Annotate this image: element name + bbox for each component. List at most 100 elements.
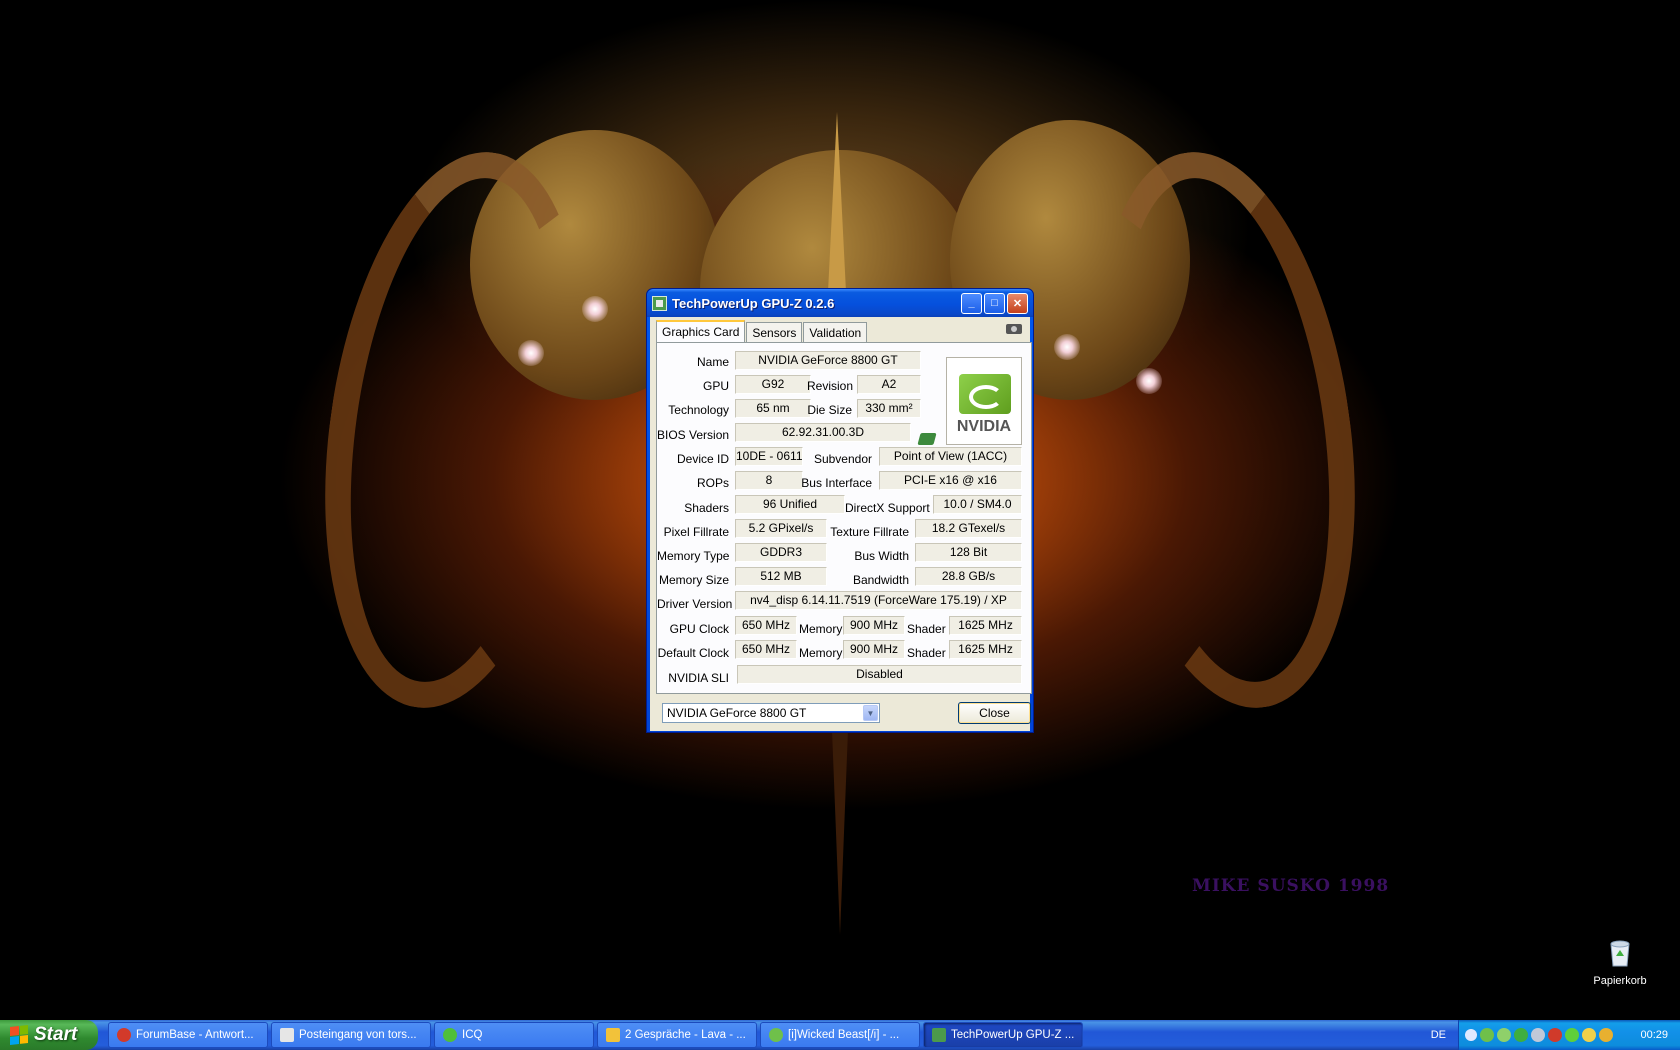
user-icon[interactable] bbox=[1514, 1028, 1528, 1042]
bios-save-icon[interactable] bbox=[917, 433, 937, 445]
gpu-label: GPU bbox=[702, 379, 729, 393]
title-close-button[interactable]: ✕ bbox=[1007, 292, 1028, 314]
system-tray: 00:29 bbox=[1458, 1020, 1680, 1050]
task-label: Posteingang von tors... bbox=[299, 1029, 417, 1041]
tab-graphics-card[interactable]: Graphics Card bbox=[656, 320, 746, 342]
mail-icon bbox=[280, 1028, 294, 1042]
maximize-button[interactable]: □ bbox=[984, 292, 1005, 314]
pixel-fillrate-value: 5.2 GPixel/s bbox=[735, 519, 827, 538]
recycle-bin-icon bbox=[1610, 940, 1630, 967]
clock[interactable]: 00:29 bbox=[1640, 1029, 1668, 1041]
task-label: ForumBase - Antwort... bbox=[136, 1029, 254, 1041]
tab-validation[interactable]: Validation bbox=[803, 322, 868, 342]
close-icon: ✕ bbox=[1012, 297, 1023, 310]
task-button-wicked-beast[interactable]: [i]Wicked Beast[/i] - ... bbox=[760, 1022, 920, 1048]
start-button[interactable]: Start bbox=[0, 1020, 98, 1050]
device-id-label: Device ID bbox=[676, 452, 729, 466]
close-button[interactable]: Close bbox=[958, 702, 1031, 724]
camera-icon[interactable] bbox=[1006, 324, 1022, 334]
directx-support-value: 10.0 / SM4.0 bbox=[933, 495, 1022, 514]
texture-fillrate-value: 18.2 GTexel/s bbox=[915, 519, 1022, 538]
icq-flower-icon bbox=[443, 1028, 457, 1042]
texture-fillrate-label: Texture Fillrate bbox=[830, 525, 909, 539]
wallpaper-signature: MIKE SUSKO 1998 bbox=[1192, 876, 1390, 896]
wallpaper-eye bbox=[1054, 334, 1080, 360]
gpu-shader-label: Shader bbox=[907, 622, 946, 636]
task-label: 2 Gespräche - Lava - ... bbox=[625, 1029, 746, 1041]
subvendor-label: Subvendor bbox=[813, 452, 872, 466]
shaders-label: Shaders bbox=[684, 501, 729, 515]
nvidia-sli-label: NVIDIA SLI bbox=[668, 671, 729, 685]
nvidia-eye-icon bbox=[959, 374, 1011, 414]
die-size-label: Die Size bbox=[807, 403, 852, 417]
antivirus-icon[interactable] bbox=[1548, 1028, 1562, 1042]
wallpaper-eye bbox=[582, 296, 608, 322]
update-icon[interactable] bbox=[1599, 1028, 1613, 1042]
gpu-value: G92 bbox=[735, 375, 811, 394]
name-label: Name bbox=[696, 355, 729, 369]
vendor-logo-text: NVIDIA bbox=[956, 418, 1012, 435]
start-label: Start bbox=[34, 1024, 78, 1045]
tray-expand-icon[interactable] bbox=[1465, 1029, 1477, 1041]
task-button-forumbase[interactable]: ForumBase - Antwort... bbox=[108, 1022, 268, 1048]
window-titlebar[interactable]: TechPowerUp GPU-Z 0.2.6 _ □ ✕ bbox=[647, 289, 1033, 317]
memory-type-label: Memory Type bbox=[657, 549, 730, 563]
window-body: Graphics Card Sensors Validation Name NV… bbox=[650, 317, 1032, 731]
gpuz-app-icon bbox=[932, 1028, 946, 1042]
network-icon[interactable] bbox=[1480, 1028, 1494, 1042]
revision-value: A2 bbox=[857, 375, 921, 394]
bandwidth-label: Bandwidth bbox=[852, 573, 909, 587]
taskbar: Start ForumBase - Antwort... Posteingang… bbox=[0, 1020, 1680, 1050]
name-value: NVIDIA GeForce 8800 GT bbox=[735, 351, 921, 370]
driver-version-label: Driver Version bbox=[657, 597, 733, 611]
volume-icon[interactable] bbox=[1582, 1028, 1596, 1042]
memory-size-label: Memory Size bbox=[658, 573, 729, 587]
opera-browser-icon bbox=[117, 1028, 131, 1042]
task-buttons: ForumBase - Antwort... Posteingang von t… bbox=[108, 1022, 1086, 1048]
technology-value: 65 nm bbox=[735, 399, 811, 418]
task-label: [i]Wicked Beast[/i] - ... bbox=[788, 1029, 900, 1041]
monitor-icon[interactable] bbox=[1531, 1028, 1545, 1042]
gpu-select-dropdown[interactable]: NVIDIA GeForce 8800 GT ▼ bbox=[662, 703, 880, 723]
driver-version-value: nv4_disp 6.14.11.7519 (ForceWare 175.19)… bbox=[735, 591, 1022, 610]
revision-label: Revision bbox=[807, 379, 854, 393]
device-id-value: 10DE - 0611 bbox=[735, 447, 803, 466]
default-memory-clock-value: 900 MHz bbox=[843, 640, 905, 659]
vendor-logo: NVIDIA bbox=[946, 357, 1022, 445]
bus-width-value: 128 Bit bbox=[915, 543, 1022, 562]
shaders-value: 96 Unified bbox=[735, 495, 845, 514]
maximize-icon: □ bbox=[991, 297, 998, 309]
rops-label: ROPs bbox=[696, 476, 729, 490]
bios-version-label: BIOS Version bbox=[657, 428, 730, 442]
task-label: ICQ bbox=[462, 1029, 483, 1041]
gpu-memory-label: Memory bbox=[799, 622, 843, 636]
task-button-gespraeche[interactable]: 2 Gespräche - Lava - ... bbox=[597, 1022, 757, 1048]
directx-support-label: DirectX Support bbox=[845, 501, 930, 515]
wallpaper-spike-bottom bbox=[832, 730, 848, 935]
icq-flower-icon[interactable] bbox=[1565, 1028, 1579, 1042]
gpu-select-value: NVIDIA GeForce 8800 GT bbox=[667, 706, 807, 720]
technology-label: Technology bbox=[668, 403, 729, 417]
subvendor-value: Point of View (1ACC) bbox=[879, 447, 1022, 466]
gpu-memory-clock-value: 900 MHz bbox=[843, 616, 905, 635]
bus-interface-value: PCI-E x16 @ x16 bbox=[879, 471, 1022, 490]
recycle-bin-shortcut[interactable]: Papierkorb bbox=[1582, 938, 1658, 987]
memory-size-value: 512 MB bbox=[735, 567, 827, 586]
gpuz-window: TechPowerUp GPU-Z 0.2.6 _ □ ✕ Graphics C… bbox=[646, 288, 1034, 733]
bandwidth-value: 28.8 GB/s bbox=[915, 567, 1022, 586]
language-indicator[interactable]: DE bbox=[1431, 1029, 1446, 1041]
default-shader-clock-value: 1625 MHz bbox=[949, 640, 1022, 659]
gpu-shader-clock-value: 1625 MHz bbox=[949, 616, 1022, 635]
tab-sensors[interactable]: Sensors bbox=[746, 322, 803, 342]
minimize-button[interactable]: _ bbox=[961, 292, 982, 314]
task-button-posteingang[interactable]: Posteingang von tors... bbox=[271, 1022, 431, 1048]
chevron-down-icon[interactable]: ▼ bbox=[863, 705, 878, 721]
task-button-icq[interactable]: ICQ bbox=[434, 1022, 594, 1048]
chat-icon[interactable] bbox=[1497, 1028, 1511, 1042]
gpu-clock-label: GPU Clock bbox=[669, 622, 729, 636]
chat-icon bbox=[769, 1028, 783, 1042]
wallpaper-eye bbox=[1136, 368, 1162, 394]
folder-icon bbox=[606, 1028, 620, 1042]
task-button-gpuz[interactable]: TechPowerUp GPU-Z ... bbox=[923, 1022, 1083, 1048]
window-title: TechPowerUp GPU-Z 0.2.6 bbox=[672, 295, 835, 311]
